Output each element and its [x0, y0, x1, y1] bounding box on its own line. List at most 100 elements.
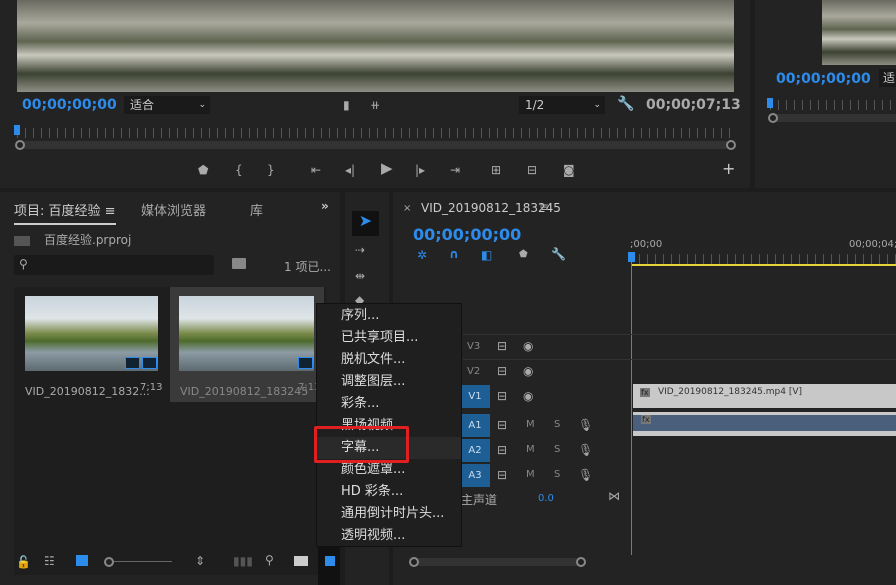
find-icon[interactable]	[232, 258, 246, 269]
track-a3-label[interactable]: A3	[460, 464, 490, 487]
more-panels-icon[interactable]: »	[321, 199, 329, 213]
step-forward-icon[interactable]: |▸	[415, 162, 425, 178]
mark-out-icon[interactable]: }	[267, 162, 275, 178]
eye-icon[interactable]: ◉	[523, 388, 533, 404]
linked-selection-icon[interactable]: ◧	[481, 248, 492, 262]
overwrite-icon[interactable]: ⊟	[527, 162, 537, 178]
sync-lock-icon[interactable]: ⊟	[497, 388, 507, 404]
work-area-bar[interactable]	[631, 264, 896, 266]
go-to-out-icon[interactable]: ⇥	[450, 162, 460, 178]
new-bin-icon[interactable]	[294, 556, 308, 566]
solo-button[interactable]: S	[554, 444, 560, 455]
timeline-scroll-right[interactable]	[576, 557, 586, 567]
film-icon[interactable]: ▮	[343, 97, 350, 113]
secondary-scroll-handle[interactable]	[768, 113, 778, 123]
step-back-icon[interactable]: ◂|	[345, 162, 355, 178]
solo-button[interactable]: S	[554, 469, 560, 480]
time-ruler[interactable]	[17, 128, 734, 138]
menu-item-hd-bars[interactable]: HD 彩条...	[317, 481, 461, 503]
track-select-tool-icon[interactable]: ⇢	[355, 242, 365, 258]
audio-clip[interactable]: fx	[633, 412, 896, 436]
wrench-icon[interactable]: 🔧	[617, 96, 634, 112]
eye-icon[interactable]: ◉	[523, 363, 533, 379]
audio-waveform-icon[interactable]: ⧺	[370, 97, 380, 113]
go-to-in-icon[interactable]: ⇤	[311, 162, 321, 178]
timeline-scrollbar[interactable]	[411, 558, 581, 566]
list-view-icon[interactable]: ☷	[44, 554, 55, 568]
secondary-ruler[interactable]	[770, 100, 896, 110]
icon-view-icon[interactable]	[76, 555, 88, 566]
nest-icon[interactable]: ✲	[417, 248, 427, 262]
close-tab-icon[interactable]: ×	[403, 203, 411, 214]
menu-icon[interactable]: ≡	[105, 204, 116, 219]
solo-button[interactable]: S	[554, 419, 560, 430]
project-item-sequence[interactable]: VID_20190812_183245 7;13	[170, 287, 324, 402]
timeline-ruler[interactable]	[631, 254, 896, 264]
snap-icon[interactable]: ∩	[449, 247, 459, 261]
automate-icon[interactable]: ▮▮▮	[233, 554, 253, 568]
camera-icon[interactable]: ◙	[563, 162, 575, 178]
ripple-edit-tool-icon[interactable]: ⇹	[355, 268, 365, 284]
track-v2-label[interactable]: V2	[467, 366, 480, 377]
secondary-playhead[interactable]	[767, 98, 773, 108]
menu-item-countdown-leader[interactable]: 通用倒计时片头...	[317, 503, 461, 525]
scroll-right-handle[interactable]	[726, 140, 736, 150]
eye-icon[interactable]: ◉	[523, 338, 533, 354]
master-volume-value[interactable]: 0.0	[538, 493, 554, 504]
secondary-zoom-select[interactable]: 适	[879, 69, 896, 87]
menu-item-adjustment-layer[interactable]: 调整图层...	[317, 371, 461, 393]
tab-project[interactable]: 项目: 百度经验 ≡	[14, 200, 116, 225]
playhead[interactable]	[14, 125, 20, 135]
menu-item-shared-project[interactable]: 已共享项目...	[317, 327, 461, 349]
mark-in-icon[interactable]: {	[235, 162, 243, 178]
sync-lock-icon[interactable]: ⊟	[497, 417, 507, 433]
mute-button[interactable]: M	[526, 419, 535, 430]
fit-icon[interactable]: ⋈	[608, 488, 620, 504]
menu-icon[interactable]: ≡	[539, 200, 549, 214]
tab-library[interactable]: 库	[250, 200, 263, 219]
scroll-left-handle[interactable]	[15, 140, 25, 150]
microphone-icon[interactable]: 🎙	[578, 467, 593, 483]
microphone-icon[interactable]: 🎙	[578, 442, 593, 458]
sync-lock-icon[interactable]: ⊟	[497, 363, 507, 379]
zoom-select[interactable]: 适合 ⌄	[124, 96, 210, 114]
insert-icon[interactable]: ⊞	[491, 162, 501, 178]
play-icon[interactable]: ▶	[381, 160, 393, 176]
program-timecode[interactable]: 00;00;00;00	[22, 97, 117, 113]
tab-media-browser[interactable]: 媒体浏览器	[141, 200, 206, 219]
track-a1-label[interactable]: A1	[460, 414, 490, 437]
new-item-button[interactable]	[318, 545, 340, 585]
timeline-scroll-left[interactable]	[409, 557, 419, 567]
sync-lock-icon[interactable]: ⊟	[497, 467, 507, 483]
lock-icon[interactable]: 🔓	[16, 555, 31, 569]
mute-button[interactable]: M	[526, 444, 535, 455]
selection-tool-icon[interactable]: ➤	[352, 211, 379, 236]
add-button-icon[interactable]: +	[722, 161, 735, 177]
settings-wrench-icon[interactable]: 🔧	[551, 247, 566, 261]
track-a2-label[interactable]: A2	[460, 439, 490, 462]
add-marker-icon[interactable]: ⬟	[519, 249, 528, 260]
secondary-timecode[interactable]: 00;00;00;00	[776, 71, 871, 87]
resolution-select[interactable]: 1/2 ⌄	[519, 96, 605, 114]
menu-item-transparent-video[interactable]: 透明视频...	[317, 525, 461, 547]
menu-item-offline-file[interactable]: 脱机文件...	[317, 349, 461, 371]
menu-item-bars-tone[interactable]: 彩条...	[317, 393, 461, 415]
zoom-slider[interactable]	[114, 561, 172, 562]
video-clip[interactable]: fx VID_20190812_183245.mp4 [V]	[633, 384, 896, 408]
track-v1-label[interactable]: V1	[460, 385, 490, 408]
marker-icon[interactable]: ⬟	[198, 162, 208, 178]
mute-button[interactable]: M	[526, 469, 535, 480]
sync-lock-icon[interactable]: ⊟	[497, 338, 507, 354]
search-input[interactable]: ⚲	[14, 255, 214, 275]
sync-lock-icon[interactable]: ⊟	[497, 442, 507, 458]
sort-icon[interactable]: ⇕	[195, 554, 205, 568]
secondary-scrollbar[interactable]	[770, 114, 896, 122]
menu-item-sequence[interactable]: 序列...	[317, 305, 461, 327]
project-item[interactable]: VID_20190812_1832... 7;13	[14, 287, 168, 402]
track-v3-label[interactable]: V3	[467, 341, 480, 352]
find-icon[interactable]: ⚲	[265, 553, 274, 567]
zoom-slider-handle[interactable]	[104, 557, 114, 567]
timeline-playhead[interactable]	[628, 252, 635, 262]
timeline-timecode[interactable]: 00;00;00;00	[413, 225, 521, 244]
zoom-scrollbar[interactable]	[17, 141, 734, 149]
